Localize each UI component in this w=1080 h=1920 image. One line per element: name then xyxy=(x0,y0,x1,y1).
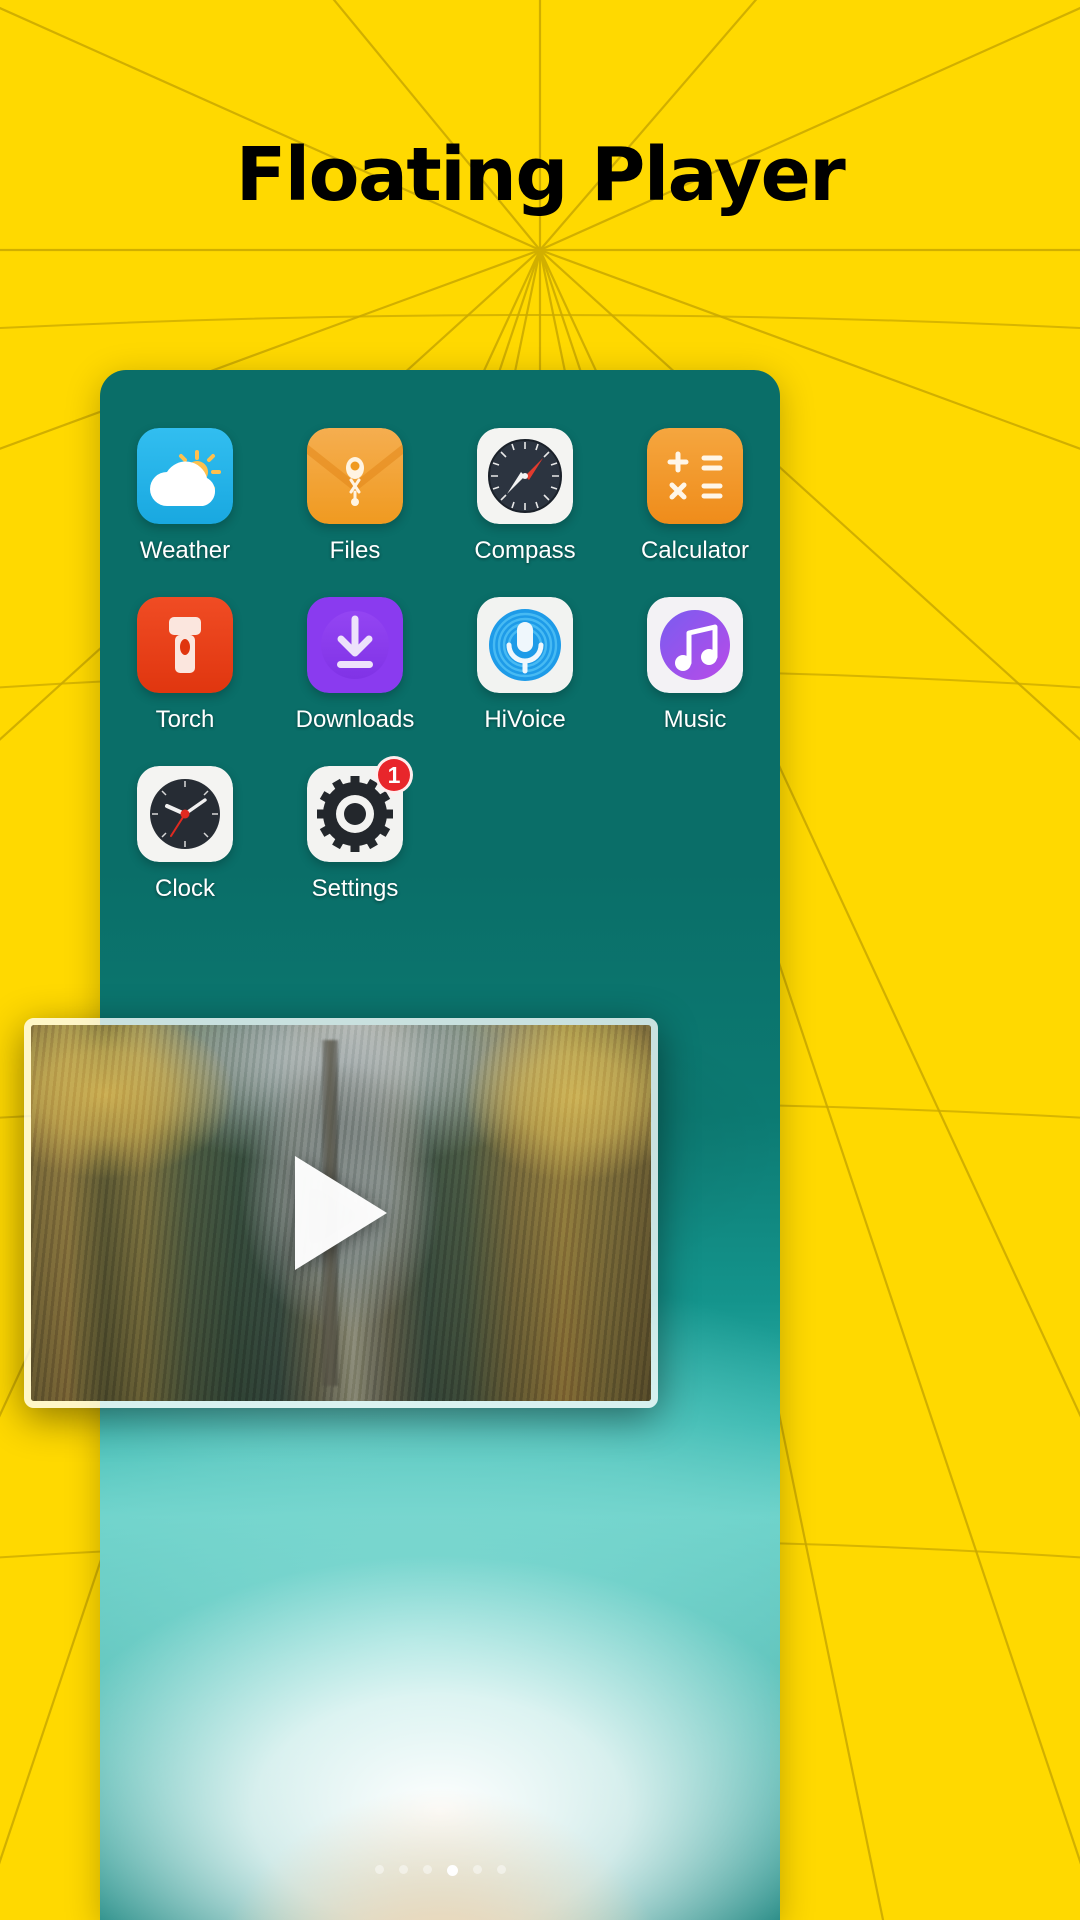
page-dot-active[interactable] xyxy=(446,1865,458,1876)
page-dot[interactable] xyxy=(374,1865,384,1874)
app-label: Compass xyxy=(474,537,576,564)
downloads-icon[interactable] xyxy=(307,597,403,693)
music-icon[interactable] xyxy=(647,597,743,693)
calculator-icon[interactable] xyxy=(647,428,743,524)
settings-icon[interactable]: 1 xyxy=(307,756,413,862)
page-title: Floating Player xyxy=(235,132,846,218)
app-clock[interactable]: Clock xyxy=(100,766,270,903)
app-settings[interactable]: 1 Settings xyxy=(270,756,440,903)
app-label: Files xyxy=(329,537,381,564)
app-label: HiVoice xyxy=(484,706,566,733)
app-calculator[interactable]: Calculator xyxy=(610,428,780,565)
app-label: Downloads xyxy=(295,706,415,733)
page-dot[interactable] xyxy=(496,1865,506,1874)
weather-icon[interactable] xyxy=(137,428,233,524)
torch-icon[interactable] xyxy=(137,597,233,693)
app-downloads[interactable]: Downloads xyxy=(270,597,440,734)
page-dot[interactable] xyxy=(398,1865,408,1874)
compass-icon[interactable] xyxy=(477,428,573,524)
app-hivoice[interactable]: HiVoice xyxy=(440,597,610,734)
play-button[interactable] xyxy=(295,1156,387,1270)
app-weather[interactable]: Weather xyxy=(100,428,270,565)
files-icon[interactable] xyxy=(307,428,403,524)
settings-badge: 1 xyxy=(375,756,413,794)
app-grid: Weather Files Compass Calculator Torch D… xyxy=(100,428,780,903)
app-label: Calculator xyxy=(640,537,750,564)
app-torch[interactable]: Torch xyxy=(100,597,270,734)
app-label: Music xyxy=(663,706,727,733)
floating-video-player[interactable] xyxy=(24,1018,658,1408)
app-label: Weather xyxy=(139,537,231,564)
app-label: Clock xyxy=(154,875,215,902)
app-music[interactable]: Music xyxy=(610,597,780,734)
app-compass[interactable]: Compass xyxy=(440,428,610,565)
app-files[interactable]: Files xyxy=(270,428,440,565)
app-label: Settings xyxy=(311,875,399,902)
clock-icon[interactable] xyxy=(137,766,233,862)
page-dot[interactable] xyxy=(472,1865,482,1874)
hivoice-icon[interactable] xyxy=(477,597,573,693)
page-dot[interactable] xyxy=(422,1865,432,1874)
page-indicator[interactable] xyxy=(100,1865,780,1876)
app-label: Torch xyxy=(155,706,215,733)
